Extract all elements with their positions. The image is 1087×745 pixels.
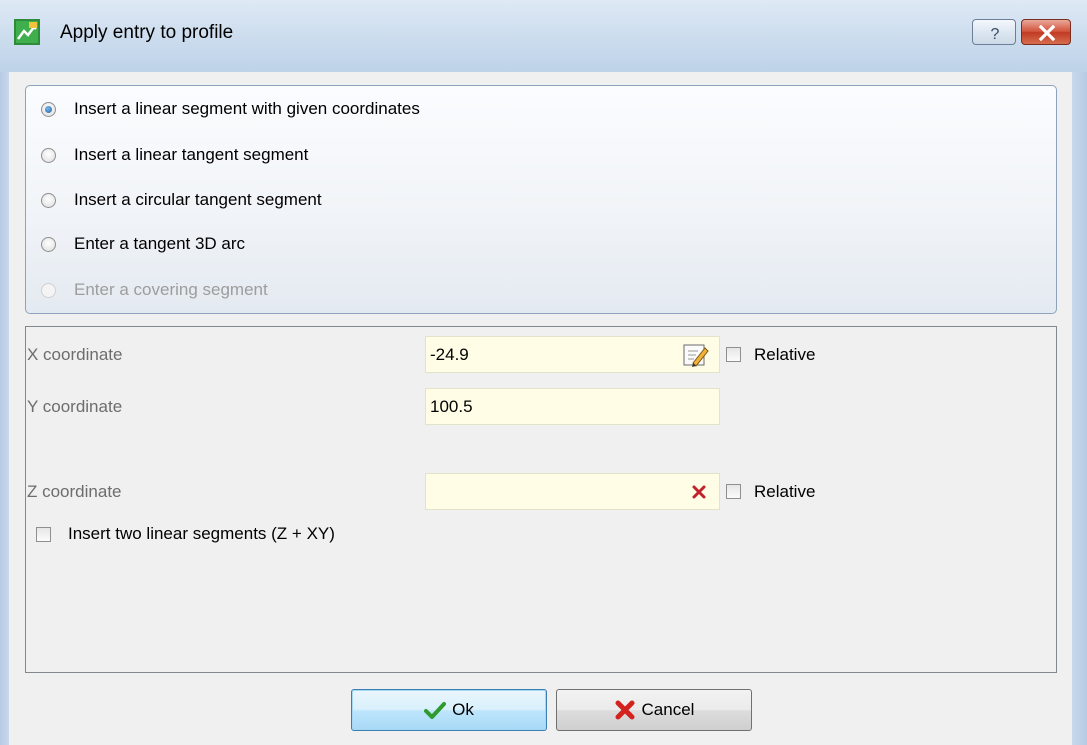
option-circular-tangent[interactable]: Insert a circular tangent segment: [41, 187, 322, 213]
entry-type-group: Insert a linear segment with given coord…: [25, 85, 1057, 314]
option-covering-segment: Enter a covering segment: [41, 277, 268, 303]
edit-note-icon: [683, 344, 709, 367]
question-icon: ?: [991, 26, 1000, 43]
x-coordinate-label: X coordinate: [27, 345, 123, 364]
dialog-client-area: Insert a linear segment with given coord…: [9, 72, 1072, 745]
window-title: Apply entry to profile: [60, 22, 234, 43]
ok-button[interactable]: Ok: [351, 689, 547, 731]
option-linear-tangent[interactable]: Insert a linear tangent segment: [41, 142, 308, 168]
option-label: Insert a linear segment with given coord…: [74, 99, 420, 118]
x-relative-checkbox[interactable]: [726, 347, 741, 362]
checkmark-icon: [424, 702, 447, 719]
help-button[interactable]: ?: [972, 19, 1016, 45]
z-relative-label: Relative: [754, 482, 816, 501]
radio-button[interactable]: [41, 236, 56, 252]
coordinates-panel: X coordinate -24.9 Relative Y coordinate…: [25, 326, 1057, 673]
z-coordinate-label: Z coordinate: [27, 482, 122, 501]
window-frame-left: [0, 72, 9, 745]
x-relative-label: Relative: [754, 345, 816, 364]
window-frame-right: [1072, 72, 1087, 745]
edit-expression-button[interactable]: [677, 337, 713, 372]
option-label: Insert a linear tangent segment: [74, 145, 309, 164]
radio-button[interactable]: [41, 192, 56, 208]
cancel-label: Cancel: [641, 700, 695, 719]
option-tangent-3d-arc[interactable]: Enter a tangent 3D arc: [41, 231, 245, 257]
app-icon: [14, 19, 40, 45]
x-coordinate-input[interactable]: -24.9: [425, 336, 720, 373]
two-segments-label: Insert two linear segments (Z + XY): [68, 524, 335, 543]
close-button[interactable]: [1021, 19, 1071, 45]
option-linear-given-coords[interactable]: Insert a linear segment with given coord…: [41, 96, 420, 122]
radio-button: [41, 282, 56, 298]
close-icon: [1038, 24, 1056, 42]
clear-x-icon: [692, 485, 706, 498]
option-label: Enter a tangent 3D arc: [74, 234, 246, 253]
radio-button[interactable]: [41, 101, 56, 117]
cancel-x-icon: [615, 700, 635, 720]
two-segments-checkbox[interactable]: [36, 527, 51, 542]
option-label: Insert a circular tangent segment: [74, 190, 322, 209]
y-coordinate-label: Y coordinate: [27, 397, 123, 416]
cancel-button[interactable]: Cancel: [556, 689, 752, 731]
z-relative-checkbox[interactable]: [726, 484, 741, 499]
ok-label: Ok: [452, 700, 474, 719]
z-coordinate-input[interactable]: [425, 473, 720, 510]
option-label: Enter a covering segment: [74, 280, 268, 299]
title-bar: Apply entry to profile ?: [0, 0, 1087, 73]
clear-z-button[interactable]: [681, 474, 717, 509]
y-coordinate-input[interactable]: 100.5: [425, 388, 720, 425]
svg-text:?: ?: [991, 26, 1000, 43]
radio-button[interactable]: [41, 147, 56, 163]
